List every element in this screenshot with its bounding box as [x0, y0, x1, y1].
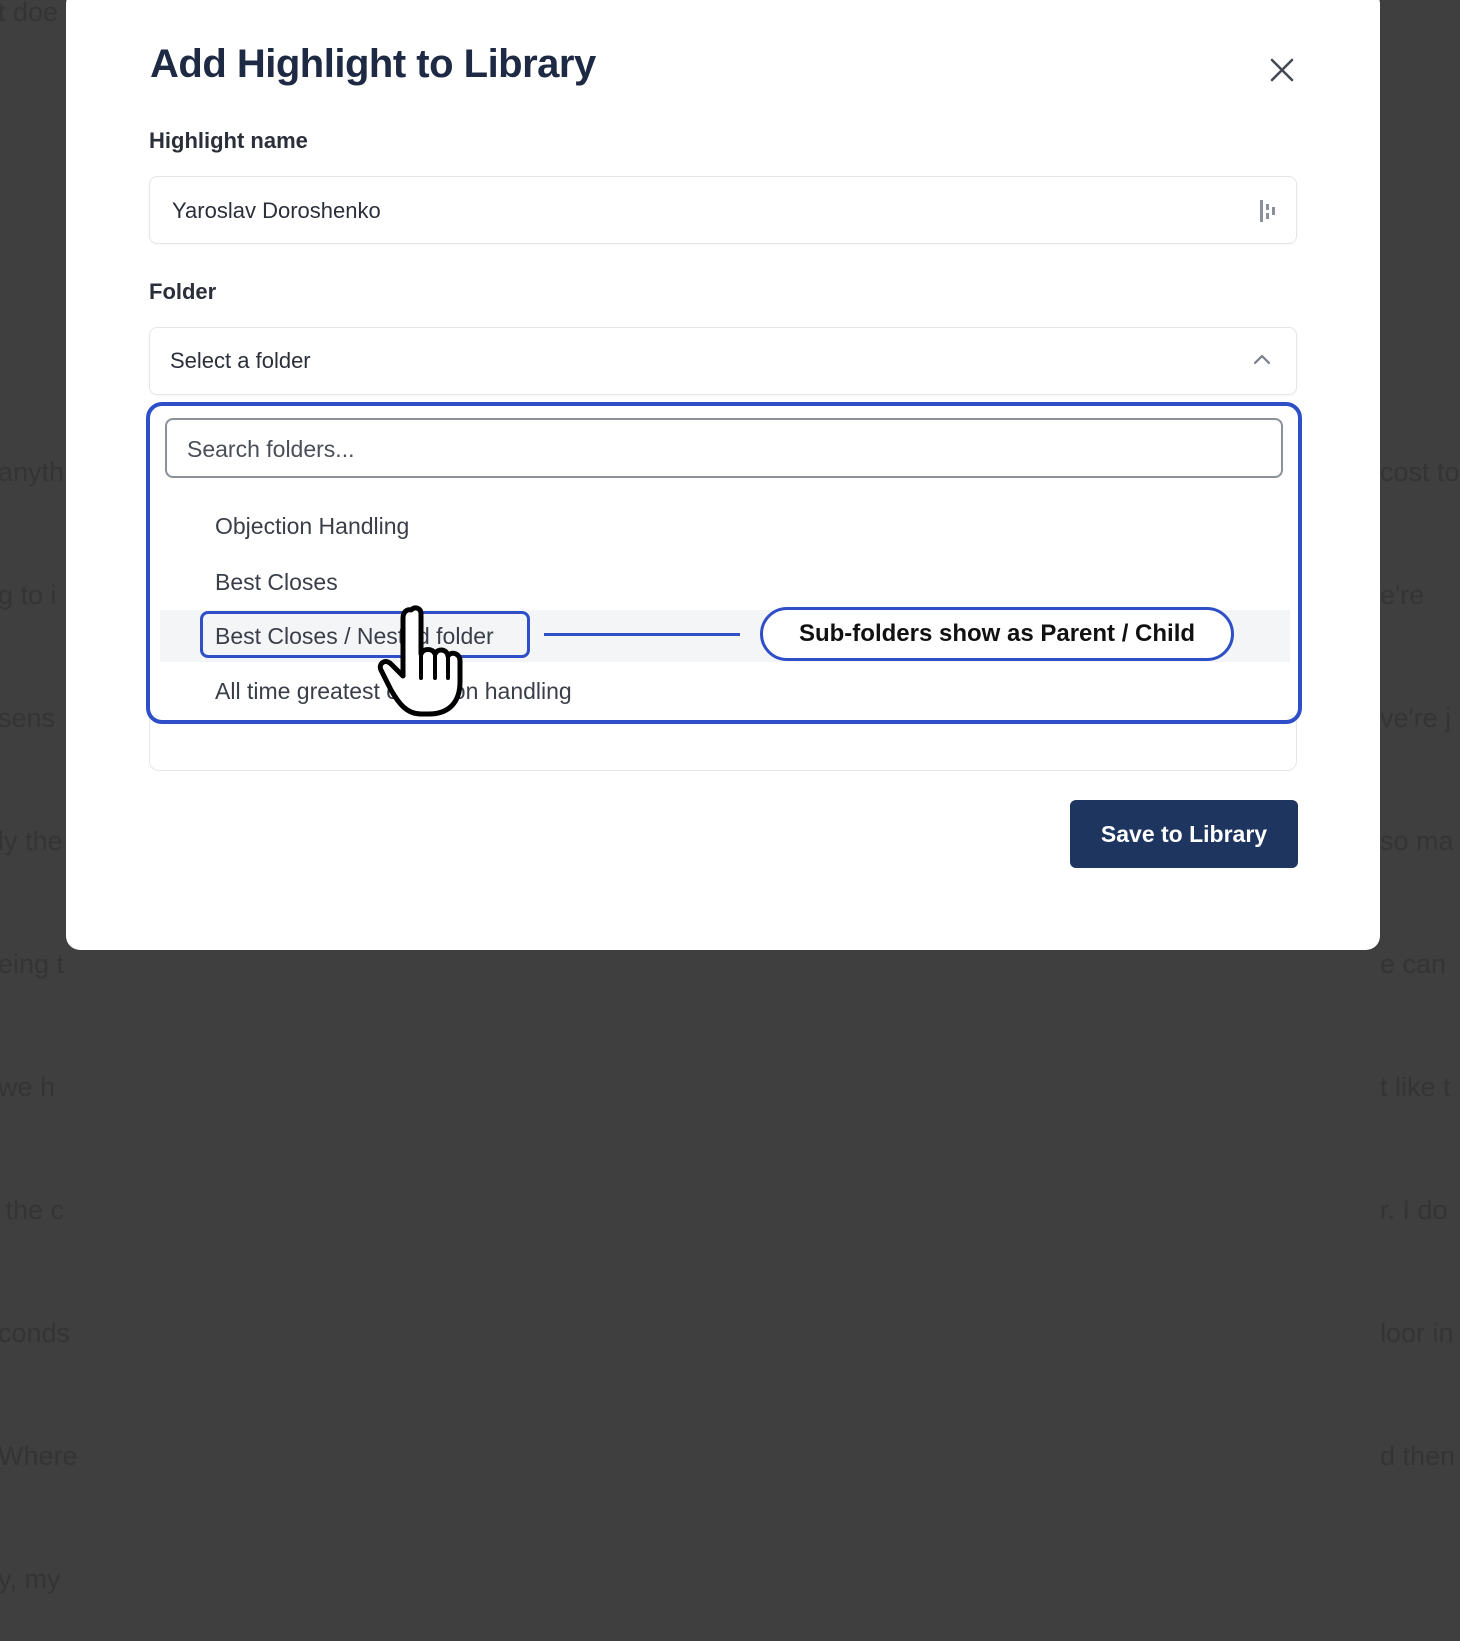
background-text-top: t doe: [0, 0, 59, 27]
modal-title: Add Highlight to Library: [150, 42, 596, 86]
highlight-name-input[interactable]: [170, 177, 1234, 245]
folder-search-input[interactable]: [185, 420, 1269, 478]
background-text-right: cost to e're ve're j so ma e can t like …: [1380, 370, 1460, 1518]
background-line: t like t: [1380, 1072, 1451, 1102]
background-line: ve're j: [1380, 703, 1452, 733]
folder-option[interactable]: All time greatest objection handling: [160, 665, 1290, 705]
password-manager-icon[interactable]: [1258, 198, 1280, 224]
background-line: conds: [0, 1318, 71, 1348]
folder-option-label: Best Closes: [215, 569, 338, 595]
folder-search-field[interactable]: [165, 418, 1283, 478]
background-line: loor in: [1380, 1318, 1454, 1348]
background-line: y, my: [0, 1564, 61, 1594]
background-line: Where: [0, 1441, 78, 1471]
save-to-library-button[interactable]: Save to Library: [1070, 800, 1298, 868]
highlight-name-label: Highlight name: [149, 128, 308, 153]
background-line: d then: [1380, 1441, 1456, 1471]
background-line: r. I do: [1380, 1195, 1448, 1225]
hand-pointer-icon: [377, 605, 463, 717]
close-icon: [1270, 58, 1294, 82]
highlight-name-field[interactable]: [149, 176, 1297, 245]
folder-option[interactable]: Best Closes: [160, 556, 1290, 608]
folder-dropdown: Objection Handling Best Closes Best Clos…: [146, 402, 1302, 724]
annotation-connector-line: [544, 633, 740, 636]
background-line: cost to: [1380, 457, 1460, 487]
background-line: e can: [1380, 949, 1447, 979]
annotation-callout: Sub-folders show as Parent / Child: [760, 607, 1234, 661]
folder-option-label: Objection Handling: [215, 513, 410, 539]
close-button[interactable]: [1262, 50, 1302, 90]
chevron-up-icon: [1253, 354, 1271, 365]
background-line: we h: [0, 1072, 56, 1102]
background-line: eing t: [0, 949, 65, 979]
background-line: so ma: [1380, 826, 1454, 856]
folder-label: Folder: [149, 279, 217, 304]
background-line: the c: [0, 1195, 65, 1225]
folder-select[interactable]: Select a folder: [149, 327, 1297, 395]
folder-option[interactable]: Objection Handling: [160, 500, 1290, 552]
folder-select-value: Select a folder: [170, 348, 311, 373]
background-line: e're: [1380, 580, 1425, 610]
